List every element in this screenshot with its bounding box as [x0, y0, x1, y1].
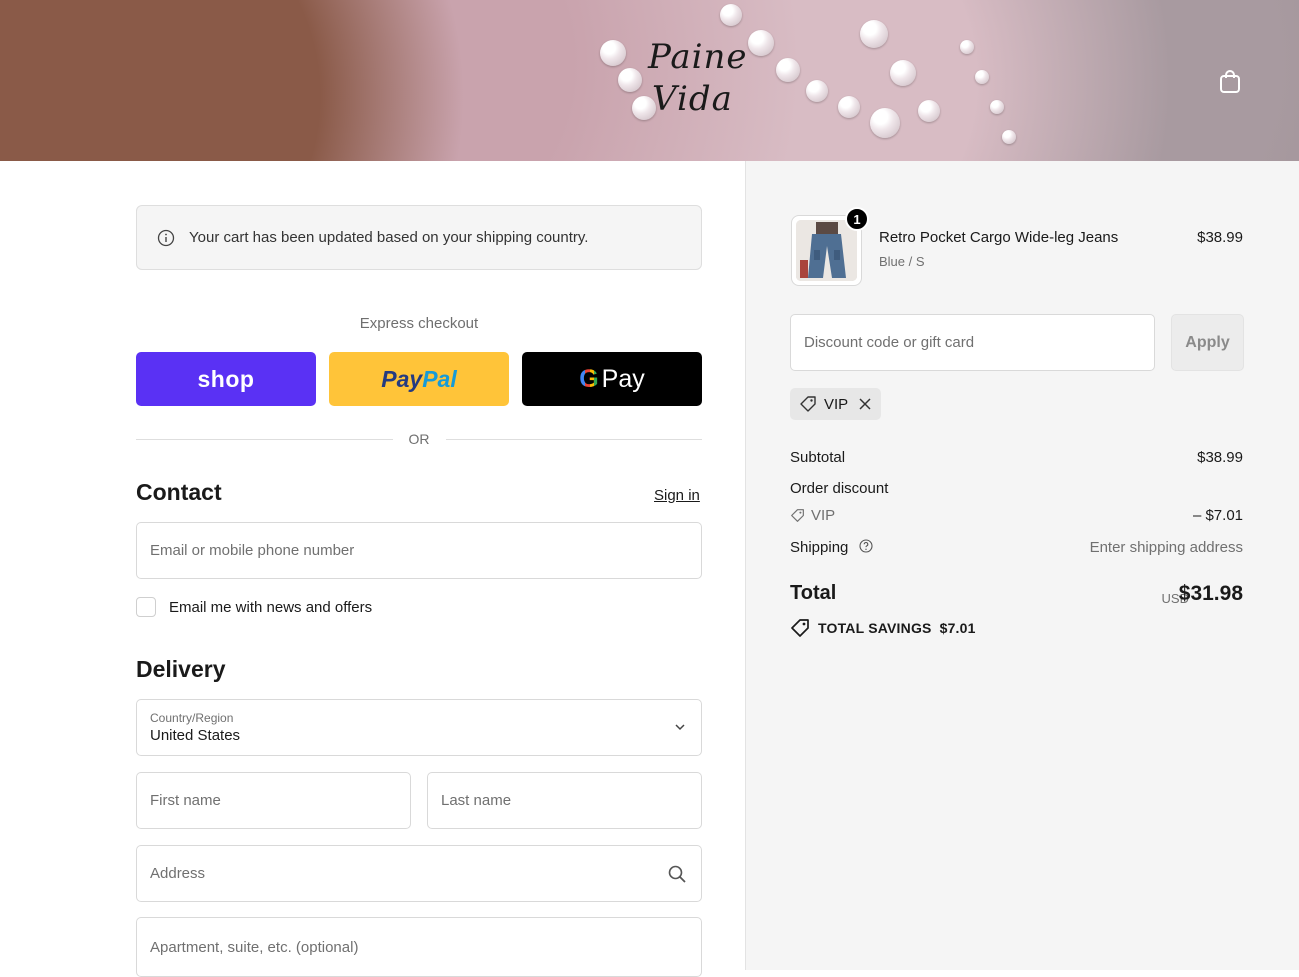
google-pay-label: Pay — [601, 364, 645, 393]
paypal-button[interactable]: Pay Pal — [329, 352, 509, 406]
last-name-field[interactable]: Last name — [427, 772, 702, 829]
shipping-label: Shipping — [790, 539, 849, 556]
order-summary-column: 1 Retro Pocket Cargo Wide-leg Jeans Blue… — [745, 161, 1299, 970]
newsletter-checkbox[interactable] — [136, 597, 156, 617]
savings-label: TOTAL SAVINGS — [818, 620, 932, 636]
tag-icon — [791, 509, 804, 522]
subtotal-value: $38.99 — [1197, 449, 1243, 466]
divider-line — [445, 438, 702, 440]
delivery-title: Delivery — [136, 656, 226, 682]
shop-pay-label: shop — [197, 365, 255, 392]
country-label: Country/Region — [150, 711, 234, 725]
google-g-icon: G — [579, 364, 599, 393]
express-checkout-title: Express checkout — [359, 315, 479, 332]
pearl-decoration — [975, 70, 989, 84]
pearl-decoration — [600, 40, 626, 66]
pearl-decoration — [618, 68, 642, 92]
jeans-image — [796, 220, 857, 281]
notice-text: Your cart has been updated based on your… — [189, 229, 589, 246]
pearl-decoration — [838, 96, 860, 118]
pearl-decoration — [918, 100, 940, 122]
sign-in-link[interactable]: Sign in — [654, 487, 700, 504]
pearl-decoration — [870, 108, 900, 138]
product-variant: Blue / S — [879, 254, 925, 269]
shipping-value: Enter shipping address — [1089, 539, 1243, 556]
quantity-badge: 1 — [845, 207, 869, 231]
address-placeholder: Address — [150, 865, 206, 882]
checkout-form-column: Your cart has been updated based on your… — [0, 161, 745, 977]
email-field[interactable]: Email or mobile phone number — [136, 522, 702, 579]
applied-code-label: VIP — [824, 395, 849, 413]
header-banner: Paine Vida — [0, 0, 1299, 161]
apply-discount-button[interactable]: Apply — [1171, 314, 1244, 371]
shopping-bag-icon — [1219, 69, 1240, 93]
search-icon — [668, 865, 686, 883]
pearl-decoration — [860, 20, 888, 48]
order-discount-label: Order discount — [790, 480, 889, 497]
pearl-decoration — [776, 58, 800, 82]
pearl-decoration — [1002, 130, 1016, 144]
cart-button[interactable] — [1216, 67, 1243, 94]
chevron-down-icon — [675, 724, 685, 731]
product-name: Retro Pocket Cargo Wide-leg Jeans — [879, 229, 1119, 246]
tag-icon — [791, 619, 809, 637]
first-name-placeholder: First name — [150, 792, 221, 809]
subtotal-label: Subtotal — [790, 449, 846, 466]
apartment-field[interactable]: Apartment, suite, etc. (optional) — [136, 917, 702, 977]
newsletter-label: Email me with news and offers — [169, 598, 373, 616]
total-value: $31.98 — [1178, 582, 1243, 605]
help-icon[interactable] — [859, 539, 873, 553]
contact-title: Contact — [136, 479, 222, 505]
applied-discount-chip: VIP — [790, 388, 882, 420]
discount-placeholder: Discount code or gift card — [804, 334, 975, 351]
savings-value: $7.01 — [939, 620, 976, 636]
info-icon — [157, 229, 175, 246]
or-divider: OR — [136, 429, 702, 449]
total-label: Total — [790, 582, 837, 604]
apartment-placeholder: Apartment, suite, etc. (optional) — [150, 938, 359, 956]
logo-line: Vida — [652, 79, 733, 119]
country-select[interactable]: Country/Region United States — [136, 699, 702, 756]
pearl-decoration — [720, 4, 742, 26]
close-icon[interactable] — [858, 397, 872, 411]
country-value: United States — [150, 727, 241, 744]
or-label: OR — [408, 431, 430, 447]
product-price: $38.99 — [1197, 229, 1243, 246]
address-field[interactable]: Address — [136, 845, 702, 902]
discount-code-input[interactable]: Discount code or gift card — [790, 314, 1155, 371]
last-name-placeholder: Last name — [441, 792, 512, 809]
pearl-decoration — [890, 60, 916, 86]
product-thumbnail: 1 — [791, 207, 869, 286]
first-name-field[interactable]: First name — [136, 772, 411, 829]
newsletter-checkbox-row[interactable]: Email me with news and offers — [136, 597, 372, 617]
product-image — [796, 220, 857, 281]
paypal-label-part1: Pay — [381, 365, 423, 392]
cart-updated-notice: Your cart has been updated based on your… — [136, 205, 702, 270]
pearl-decoration — [748, 30, 774, 56]
total-savings-row: TOTAL SAVINGS $7.01 — [790, 618, 976, 638]
paypal-label-part2: Pal — [422, 365, 457, 392]
email-placeholder: Email or mobile phone number — [150, 542, 355, 559]
discount-value: – $7.01 — [1192, 507, 1243, 524]
google-pay-button[interactable]: G Pay — [522, 352, 702, 406]
pearl-decoration — [990, 100, 1004, 114]
pearl-decoration — [960, 40, 974, 54]
pearl-decoration — [806, 80, 828, 102]
shipping-label-row: Shipping — [790, 539, 873, 556]
logo-line: Paine — [648, 37, 748, 77]
discount-code-text: VIP — [811, 507, 836, 524]
tag-icon — [800, 396, 816, 412]
divider-line — [136, 438, 393, 440]
store-logo[interactable]: Paine Vida — [648, 36, 748, 120]
shop-pay-button[interactable]: shop — [136, 352, 316, 406]
discount-code-row: VIP — [790, 507, 835, 524]
